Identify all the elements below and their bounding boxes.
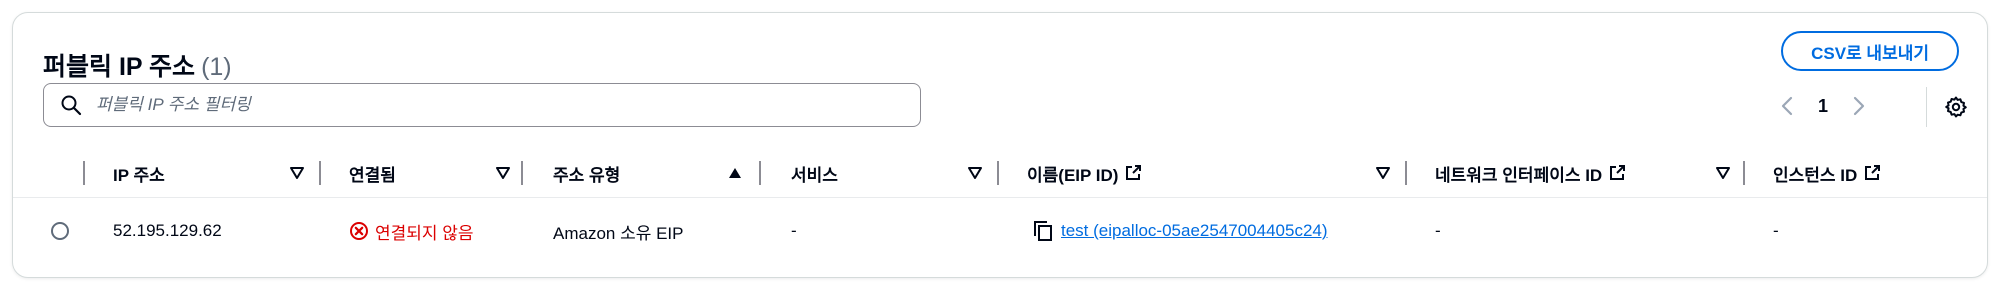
error-x-circle-icon bbox=[349, 221, 369, 241]
column-header-service[interactable]: 서비스 bbox=[791, 149, 838, 197]
column-separator bbox=[1743, 161, 1745, 185]
copy-icon[interactable] bbox=[1033, 220, 1053, 242]
table-header: IP 주소 연결됨 주소 유형 서비스 이름(EIP ID) 네트워크 인터페이… bbox=[13, 149, 1987, 198]
cell-network-interface: - bbox=[1435, 221, 1441, 240]
column-header-ip[interactable]: IP 주소 bbox=[113, 149, 165, 197]
external-link-icon bbox=[1608, 164, 1626, 182]
pagination: 1 bbox=[1769, 91, 1877, 121]
row-select-radio[interactable] bbox=[51, 222, 69, 240]
current-page-number[interactable]: 1 bbox=[1805, 96, 1841, 117]
column-separator bbox=[319, 161, 321, 185]
cell-connected: 연결되지 않음 bbox=[349, 197, 474, 265]
column-header-label: 인스턴스 ID bbox=[1773, 165, 1858, 185]
gear-icon[interactable] bbox=[1941, 92, 1971, 122]
column-separator bbox=[83, 161, 85, 185]
external-link-icon bbox=[1124, 164, 1142, 182]
export-csv-button[interactable]: CSV로 내보내기 bbox=[1781, 31, 1959, 71]
column-separator bbox=[997, 161, 999, 185]
column-header-address-type[interactable]: 주소 유형 bbox=[553, 149, 620, 197]
column-header-label: 주소 유형 bbox=[553, 165, 621, 185]
cell-instance: - bbox=[1773, 221, 1779, 240]
panel-title-count: (1) bbox=[201, 53, 232, 81]
pager-divider bbox=[1926, 87, 1927, 127]
status-badge: 연결되지 않음 bbox=[349, 219, 474, 244]
column-header-label: 이름(EIP ID) bbox=[1027, 165, 1119, 185]
column-header-label: IP 주소 bbox=[113, 165, 165, 185]
chevron-right-icon[interactable] bbox=[1841, 91, 1877, 121]
panel-title-text: 퍼블릭 IP 주소 bbox=[43, 53, 196, 81]
column-header-name-eip[interactable]: 이름(EIP ID) bbox=[1027, 149, 1142, 197]
sort-caret-up-filled-icon[interactable] bbox=[727, 149, 743, 197]
column-header-label: 네트워크 인터페이스 ID bbox=[1435, 165, 1603, 185]
column-header-label: 연결됨 bbox=[349, 165, 396, 185]
column-separator bbox=[521, 161, 523, 185]
cell-service: - bbox=[791, 221, 797, 240]
public-ip-panel: 퍼블릭 IP 주소(1) CSV로 내보내기 1 IP 주소 연결됨 bbox=[12, 12, 1988, 278]
status-text: 연결되지 않음 bbox=[375, 223, 474, 243]
sort-caret-down-icon[interactable] bbox=[289, 149, 305, 197]
table-row[interactable]: 52.195.129.62 연결되지 않음 Amazon 소유 EIP - te… bbox=[13, 197, 1987, 265]
chevron-left-icon[interactable] bbox=[1769, 91, 1805, 121]
sort-caret-down-icon[interactable] bbox=[1715, 149, 1731, 197]
column-header-network-interface[interactable]: 네트워크 인터페이스 ID bbox=[1435, 149, 1626, 197]
sort-caret-down-icon[interactable] bbox=[967, 149, 983, 197]
eip-name-link[interactable]: test (eipalloc-05ae2547004405c24) bbox=[1061, 221, 1328, 241]
column-header-label: 서비스 bbox=[791, 165, 838, 185]
sort-caret-down-icon[interactable] bbox=[495, 149, 511, 197]
search-icon bbox=[58, 92, 84, 118]
filter-search-input[interactable] bbox=[94, 94, 878, 116]
column-separator bbox=[1405, 161, 1407, 185]
filter-search-box[interactable] bbox=[43, 83, 921, 127]
panel-title: 퍼블릭 IP 주소 (1) bbox=[43, 47, 232, 83]
row-select-cell bbox=[51, 197, 69, 265]
cell-address-type: Amazon 소유 EIP bbox=[553, 223, 684, 243]
external-link-icon bbox=[1863, 164, 1881, 182]
column-separator bbox=[759, 161, 761, 185]
sort-caret-down-icon[interactable] bbox=[1375, 149, 1391, 197]
column-header-connected[interactable]: 연결됨 bbox=[349, 149, 396, 197]
cell-ip-address: 52.195.129.62 bbox=[113, 221, 222, 240]
cell-name-eip: test (eipalloc-05ae2547004405c24) bbox=[1033, 197, 1328, 265]
column-header-instance[interactable]: 인스턴스 ID bbox=[1773, 149, 1881, 197]
